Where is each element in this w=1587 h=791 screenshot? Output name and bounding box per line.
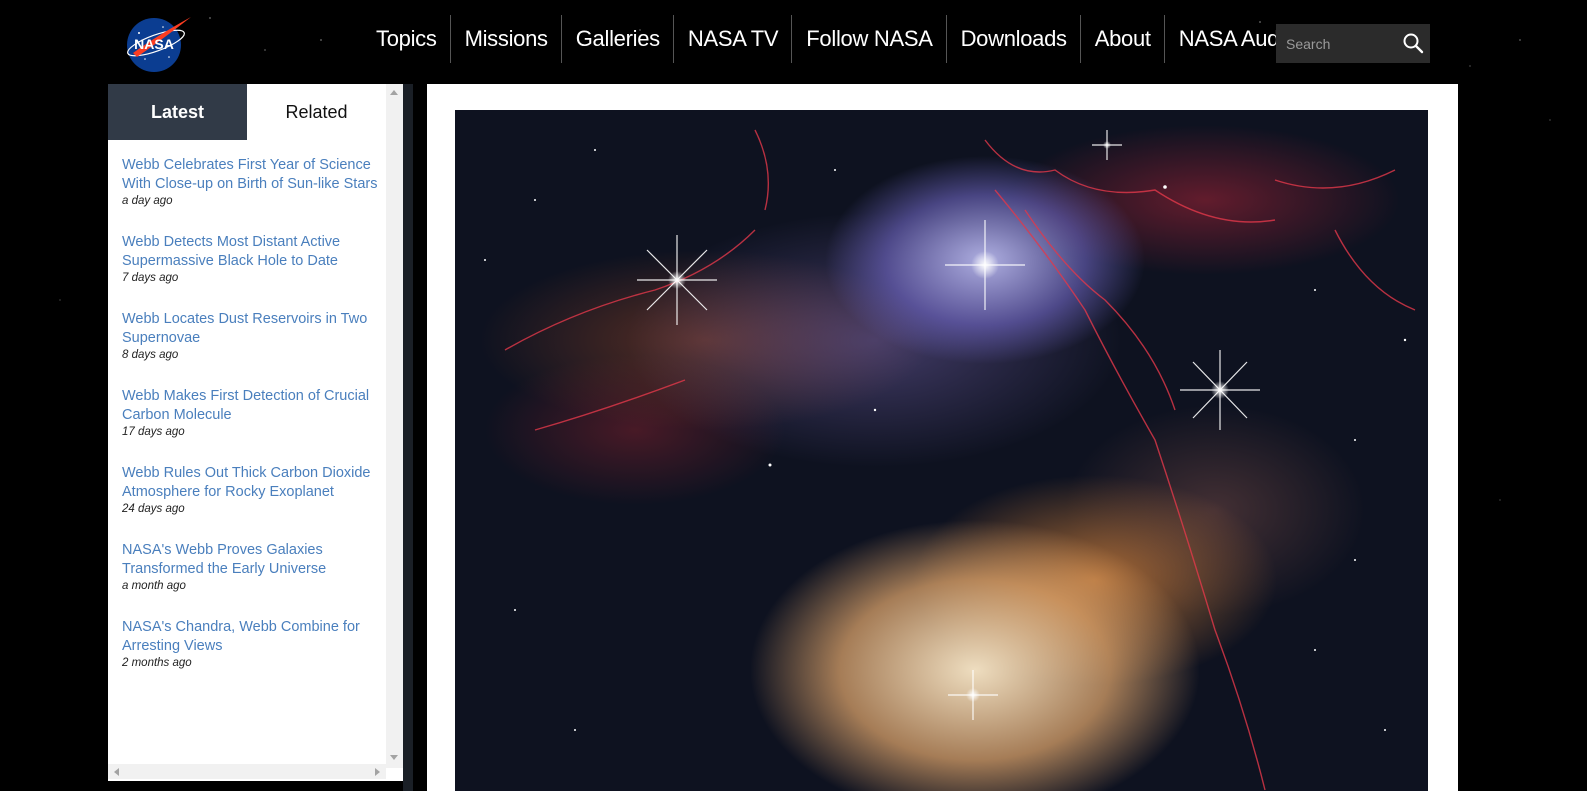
sidebar: Latest Related Webb Celebrates First Yea… (108, 84, 403, 781)
sidebar-horizontal-scrollbar[interactable] (108, 764, 386, 779)
nav-about[interactable]: About (1081, 15, 1165, 63)
news-timestamp: a day ago (122, 195, 173, 207)
scroll-down-icon[interactable] (390, 755, 398, 760)
tab-latest[interactable]: Latest (108, 84, 247, 140)
search-icon[interactable] (1402, 32, 1424, 54)
search-box (1276, 24, 1430, 63)
list-item: Webb Detects Most Distant Active Superma… (122, 233, 403, 284)
news-link[interactable]: Webb Rules Out Thick Carbon Dioxide Atmo… (122, 464, 378, 502)
news-timestamp: 17 days ago (122, 426, 185, 438)
tab-related[interactable]: Related (247, 84, 386, 140)
news-link[interactable]: Webb Makes First Detection of Crucial Ca… (122, 387, 378, 425)
news-timestamp: 7 days ago (122, 272, 179, 284)
news-timestamp: 2 months ago (122, 657, 192, 669)
nav-downloads[interactable]: Downloads (947, 15, 1081, 63)
nav-galleries[interactable]: Galleries (562, 15, 674, 63)
scroll-up-icon[interactable] (390, 90, 398, 95)
nasa-logo[interactable]: NASA (123, 13, 193, 73)
search-input[interactable] (1284, 34, 1406, 53)
scroll-right-icon[interactable] (375, 768, 380, 776)
news-link[interactable]: NASA's Webb Proves Galaxies Transformed … (122, 541, 378, 579)
news-link[interactable]: Webb Detects Most Distant Active Superma… (122, 233, 378, 271)
list-item: NASA's Webb Proves Galaxies Transformed … (122, 541, 403, 592)
main-nav: Topics Missions Galleries NASA TV Follow… (362, 15, 1354, 63)
nav-nasa-tv[interactable]: NASA TV (674, 15, 793, 63)
nav-follow-nasa[interactable]: Follow NASA (792, 15, 947, 63)
nebula-image (455, 110, 1428, 791)
news-timestamp: 24 days ago (122, 503, 185, 515)
list-item: Webb Rules Out Thick Carbon Dioxide Atmo… (122, 464, 403, 515)
news-timestamp: 8 days ago (122, 349, 179, 361)
news-list: Webb Celebrates First Year of Science Wi… (108, 140, 403, 669)
news-timestamp: a month ago (122, 580, 186, 592)
scroll-left-icon[interactable] (114, 768, 119, 776)
list-item: Webb Celebrates First Year of Science Wi… (122, 156, 403, 207)
news-link[interactable]: Webb Celebrates First Year of Science Wi… (122, 156, 378, 194)
sidebar-vertical-scrollbar[interactable] (386, 84, 403, 768)
nav-missions[interactable]: Missions (451, 15, 562, 63)
sidebar-divider (403, 84, 413, 791)
list-item: Webb Locates Dust Reservoirs in Two Supe… (122, 310, 403, 361)
page: NASA Topics Missions Galleries NASA TV F… (0, 0, 1587, 791)
list-item: Webb Makes First Detection of Crucial Ca… (122, 387, 403, 438)
main-content (427, 84, 1458, 791)
svg-text:NASA: NASA (134, 36, 174, 52)
list-item: NASA's Chandra, Webb Combine for Arresti… (122, 618, 403, 669)
nav-topics[interactable]: Topics (362, 15, 451, 63)
sidebar-tabs: Latest Related (108, 84, 403, 140)
news-link[interactable]: Webb Locates Dust Reservoirs in Two Supe… (122, 310, 378, 348)
news-link[interactable]: NASA's Chandra, Webb Combine for Arresti… (122, 618, 378, 656)
star-field (484, 129, 1416, 791)
